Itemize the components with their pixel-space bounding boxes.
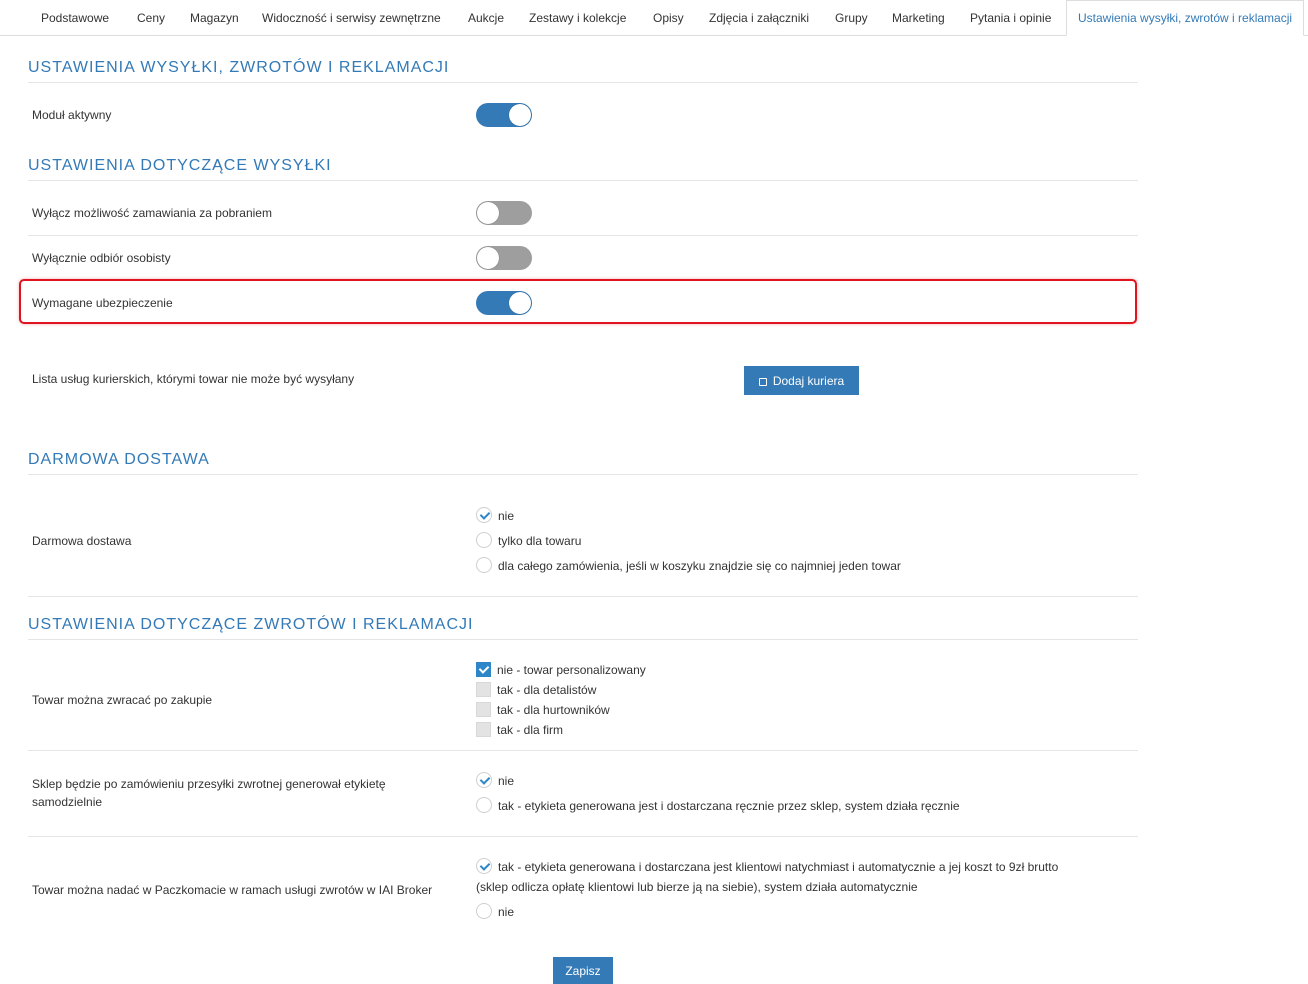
option-label: nie [498, 905, 515, 919]
option-label: dla całego zamówienia, jeśli w koszyku z… [498, 559, 901, 573]
paczkomat-returns-label: Towar można nadać w Paczkomacie w ramach… [32, 883, 433, 897]
divider [28, 82, 1138, 83]
tab-widocznosc[interactable]: Widoczność i serwisy zewnętrzne [262, 0, 441, 36]
option-label-continued: (sklep odlicza opłatę klientowi lub bier… [476, 880, 918, 894]
disable-cod-label: Wyłącz możliwość zamawiania za pobraniem [32, 206, 272, 220]
add-courier-label: Dodaj kuriera [772, 373, 845, 388]
tab-grupy[interactable]: Grupy [835, 0, 868, 36]
tab-podstawowe[interactable]: Podstawowe [41, 0, 109, 36]
divider [28, 750, 1138, 751]
option-label: nie - towar personalizowany [497, 663, 646, 677]
tab-zestawy[interactable]: Zestawy i kolekcje [529, 0, 626, 36]
save-button[interactable]: Zapisz [553, 957, 613, 984]
tab-zdjecia[interactable]: Zdjęcia i załączniki [709, 0, 809, 36]
tab-marketing[interactable]: Marketing [892, 0, 945, 36]
section-title-shipping: USTAWIENIA DOTYCZĄCE WYSYŁKI [28, 157, 332, 174]
return-label-generation-label: Sklep będzie po zamówieniu przesyłki zwr… [32, 777, 386, 809]
highlight-frame [19, 279, 1137, 324]
checkbox[interactable] [476, 662, 491, 677]
radio-button[interactable] [476, 532, 492, 548]
radio-button[interactable] [476, 507, 492, 523]
section-title-free-delivery: DARMOWA DOSTAWA [28, 451, 210, 468]
checkbox[interactable] [476, 682, 491, 697]
option-label: tak - dla hurtowników [497, 703, 610, 717]
toggle-knob [477, 202, 499, 224]
excluded-couriers-label: Lista usług kurierskich, którymi towar n… [32, 372, 355, 386]
divider [28, 836, 1138, 837]
divider [28, 235, 1138, 236]
radio-button[interactable] [476, 557, 492, 573]
option-label: tak - dla firm [497, 723, 564, 737]
option-label: tak - dla detalistów [497, 683, 597, 697]
tab-aukcje[interactable]: Aukcje [468, 0, 504, 36]
tab-ustawienia-wysylki[interactable]: Ustawienia wysyłki, zwrotów i reklamacji [1066, 0, 1305, 36]
divider [28, 180, 1138, 181]
divider [28, 596, 1138, 597]
tab-magazyn[interactable]: Magazyn [190, 0, 239, 36]
checkbox[interactable] [476, 722, 491, 737]
toggle-knob [509, 104, 531, 126]
option-label: tak - etykieta generowana jest i dostarc… [498, 799, 960, 813]
disable-cod-toggle[interactable] [476, 201, 532, 225]
radio-button[interactable] [476, 858, 492, 874]
personal-pickup-label: Wyłącznie odbiór osobisty [32, 251, 171, 265]
option-label: tylko dla towaru [498, 534, 582, 548]
free-delivery-label: Darmowa dostawa [32, 534, 132, 548]
divider [28, 474, 1138, 475]
module-active-toggle[interactable] [476, 103, 532, 127]
checkbox[interactable] [476, 702, 491, 717]
radio-button[interactable] [476, 903, 492, 919]
tab-ceny[interactable]: Ceny [137, 0, 165, 36]
option-label: nie [498, 509, 515, 523]
section-title-main: USTAWIENIA WYSYŁKI, ZWROTÓW I REKLAMACJI [28, 59, 450, 76]
returnable-label: Towar można zwracać po zakupie [32, 693, 213, 707]
toggle-knob [477, 247, 499, 269]
radio-button[interactable] [476, 797, 492, 813]
module-active-label: Moduł aktywny [32, 108, 112, 122]
section-title-returns: USTAWIENIA DOTYCZĄCE ZWROTÓW I REKLAMACJ… [28, 616, 474, 633]
option-label: nie [498, 774, 515, 788]
tab-opisy[interactable]: Opisy [653, 0, 684, 36]
divider [28, 639, 1138, 640]
radio-button[interactable] [476, 772, 492, 788]
edit-icon [758, 377, 767, 386]
tab-pytania[interactable]: Pytania i opinie [970, 0, 1051, 36]
personal-pickup-toggle[interactable] [476, 246, 532, 270]
add-courier-button[interactable]: Dodaj kuriera [744, 366, 859, 395]
option-label: tak - etykieta generowana i dostarczana … [498, 860, 1059, 874]
tab-bar: Podstawowe Ceny Magazyn Widoczność i ser… [0, 0, 1308, 36]
